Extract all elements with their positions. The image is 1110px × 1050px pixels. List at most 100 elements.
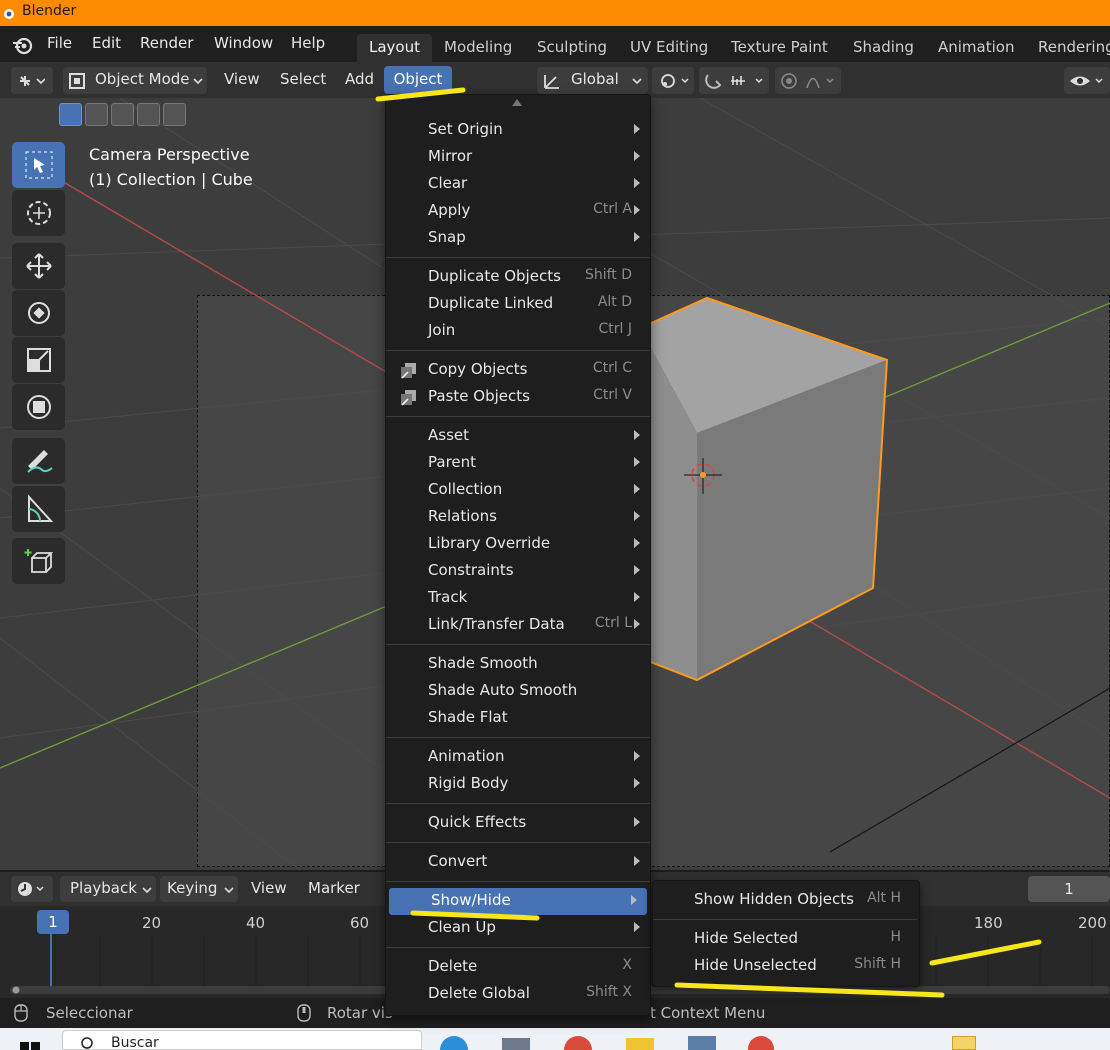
mode-dropdown[interactable]: Object Mode — [63, 67, 207, 94]
menu-item-shade-smooth[interactable]: Shade Smooth — [386, 651, 650, 678]
menu-item-snap[interactable]: Snap — [386, 225, 650, 252]
menu-separator — [386, 842, 650, 843]
menu-edit[interactable]: Edit — [92, 34, 121, 52]
menu-file[interactable]: File — [47, 34, 72, 52]
menu-item-animation[interactable]: Animation — [386, 744, 650, 771]
menu-item-delete-global[interactable]: Delete Global Shift X — [386, 981, 650, 1008]
select-new-button[interactable] — [59, 103, 82, 126]
menu-item-parent[interactable]: Parent — [386, 450, 650, 477]
timeline-editor-type-button[interactable] — [11, 876, 53, 902]
tab-sculpting[interactable]: Sculpting — [525, 34, 619, 62]
select-subtract-button[interactable] — [111, 103, 134, 126]
eye-icon — [1070, 76, 1103, 86]
tab-animation[interactable]: Animation — [926, 34, 1026, 62]
scroll-up-arrow-icon[interactable] — [512, 98, 522, 106]
menu-item-shortcut: Shift X — [586, 984, 632, 1000]
menu-window[interactable]: Window — [214, 34, 273, 52]
tab-texture-paint[interactable]: Texture Paint — [719, 34, 840, 62]
tab-layout[interactable]: Layout — [357, 34, 432, 62]
tab-shading[interactable]: Shading — [841, 34, 926, 62]
select-intersect-button[interactable] — [163, 103, 186, 126]
menu-item-clear[interactable]: Clear — [386, 171, 650, 198]
header-object-menu-button[interactable]: Object — [384, 66, 452, 94]
windows-start-icon[interactable] — [20, 1040, 40, 1050]
submenu-arrow-icon — [634, 922, 640, 932]
menu-item-track[interactable]: Track — [386, 585, 650, 612]
keying-label: Keying — [167, 879, 218, 897]
menu-item-hide-selected[interactable]: Hide Selected H — [653, 926, 919, 953]
status-context-hint: t Context Menu — [650, 1004, 766, 1022]
pivot-point-dropdown[interactable] — [652, 67, 694, 94]
tool-transform[interactable] — [12, 384, 65, 430]
select-invert-button[interactable] — [137, 103, 160, 126]
header-view[interactable]: View — [224, 70, 260, 88]
menu-item-delete[interactable]: Delete X — [386, 954, 650, 981]
menu-item-mirror[interactable]: Mirror — [386, 144, 650, 171]
menu-item-rigid-body[interactable]: Rigid Body — [386, 771, 650, 798]
blender-menu-icon[interactable] — [12, 35, 34, 55]
cursor-target-icon — [27, 201, 51, 225]
menu-item-label: Shade Flat — [428, 708, 508, 726]
playhead-frame-marker[interactable]: 1 — [37, 910, 69, 934]
menu-item-shade-auto-smooth[interactable]: Shade Auto Smooth — [386, 678, 650, 705]
select-extend-button[interactable] — [85, 103, 108, 126]
menu-item-shade-flat[interactable]: Shade Flat — [386, 705, 650, 732]
taskbar-app-icon[interactable] — [748, 1036, 948, 1050]
menu-item-asset[interactable]: Asset — [386, 423, 650, 450]
menu-help[interactable]: Help — [291, 34, 325, 52]
menu-item-label: Quick Effects — [428, 813, 527, 831]
tab-rendering[interactable]: Rendering — [1026, 34, 1110, 62]
tool-cursor[interactable] — [12, 190, 65, 236]
menu-item-show-hide[interactable]: Show/Hide — [389, 888, 647, 915]
tool-add-cube[interactable] — [12, 538, 65, 584]
menu-item-library-override[interactable]: Library Override — [386, 531, 650, 558]
menu-item-set-origin[interactable]: Set Origin — [386, 117, 650, 144]
menu-item-apply[interactable]: Apply Ctrl A — [386, 198, 650, 225]
submenu-arrow-icon — [634, 592, 640, 602]
taskbar-app-icon[interactable] — [502, 1038, 530, 1050]
taskbar-search[interactable]: Buscar — [62, 1030, 422, 1050]
menu-item-quick-effects[interactable]: Quick Effects — [386, 810, 650, 837]
menu-item-link-transfer-data[interactable]: Link/Transfer Data Ctrl L — [386, 612, 650, 639]
timeline-marker-menu[interactable]: Marker — [308, 879, 360, 897]
playback-dropdown[interactable]: Playback — [60, 876, 156, 902]
tab-modeling[interactable]: Modeling — [432, 34, 524, 62]
menu-item-convert[interactable]: Convert — [386, 849, 650, 876]
taskbar-app-icon[interactable] — [688, 1036, 716, 1050]
taskbar-app-icon[interactable] — [626, 1038, 654, 1050]
menu-item-collection[interactable]: Collection — [386, 477, 650, 504]
transform-orientation-dropdown[interactable]: Global — [537, 67, 648, 94]
submenu-arrow-icon — [631, 895, 637, 905]
editor-type-button[interactable] — [11, 67, 53, 94]
menu-item-constraints[interactable]: Constraints — [386, 558, 650, 585]
visibility-dropdown[interactable] — [1064, 67, 1110, 94]
submenu-arrow-icon — [634, 538, 640, 548]
tool-rotate[interactable] — [12, 290, 65, 336]
proportional-editing-group[interactable] — [775, 67, 841, 94]
tool-measure[interactable] — [12, 486, 65, 532]
tool-move[interactable] — [12, 243, 65, 289]
keying-dropdown[interactable]: Keying — [160, 876, 238, 902]
timeline-view-menu[interactable]: View — [251, 879, 287, 897]
menu-item-paste-objects[interactable]: Paste Objects Ctrl V — [386, 384, 650, 411]
tool-select-box[interactable] — [12, 142, 65, 188]
menu-render[interactable]: Render — [140, 34, 193, 52]
taskbar-app-icon[interactable] — [952, 1036, 976, 1050]
current-frame-field[interactable]: 1 — [1028, 876, 1110, 902]
header-select[interactable]: Select — [280, 70, 326, 88]
menu-separator — [386, 881, 650, 882]
menu-item-copy-objects[interactable]: Copy Objects Ctrl C — [386, 357, 650, 384]
menu-item-show-hidden-objects[interactable]: Show Hidden Objects Alt H — [653, 887, 919, 914]
header-add[interactable]: Add — [345, 70, 374, 88]
menu-item-clean-up[interactable]: Clean Up — [386, 915, 650, 942]
menu-item-relations[interactable]: Relations — [386, 504, 650, 531]
snapping-group[interactable] — [699, 67, 769, 94]
menu-item-hide-unselected[interactable]: Hide Unselected Shift H — [653, 953, 919, 980]
tool-scale[interactable] — [12, 337, 65, 383]
tool-annotate[interactable] — [12, 438, 65, 484]
menu-item-duplicate-linked[interactable]: Duplicate Linked Alt D — [386, 291, 650, 318]
tab-uv-editing[interactable]: UV Editing — [618, 34, 720, 62]
menu-item-join[interactable]: Join Ctrl J — [386, 318, 650, 345]
menu-item-duplicate-objects[interactable]: Duplicate Objects Shift D — [386, 264, 650, 291]
proportional-editing-icon — [781, 73, 834, 89]
